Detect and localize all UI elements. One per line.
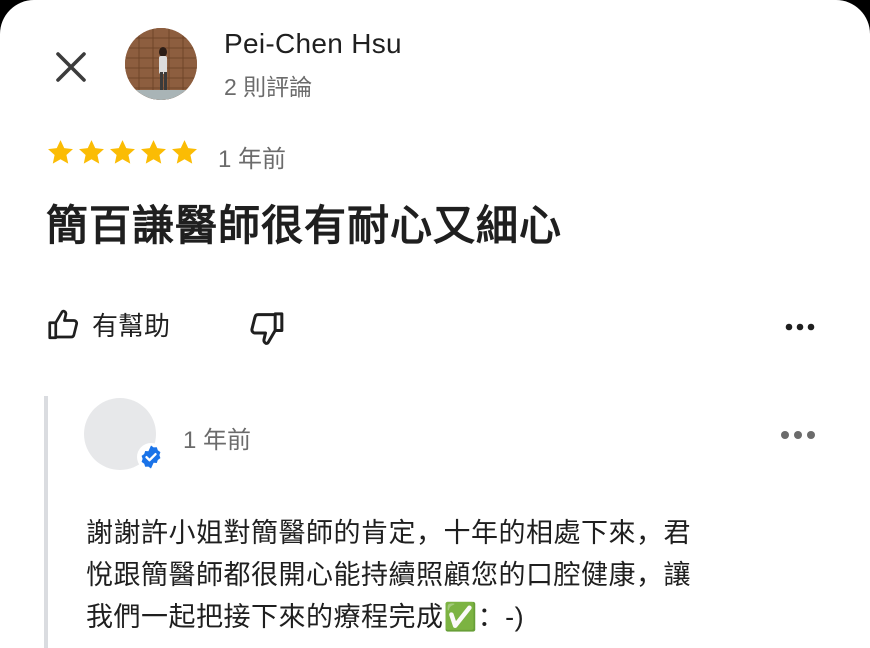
thumbs-up-icon [48,309,79,339]
star-icon [110,140,135,164]
close-button[interactable] [48,44,94,90]
reply-text: 謝謝許小姐對簡醫師的肯定，十年的相處下來，君 悅跟簡醫師都很開心能持續照顧您的口… [86,512,806,638]
helpful-button[interactable]: 有幫助 [46,306,170,343]
star-icon [141,140,166,164]
close-icon [56,52,86,82]
reply-line: 我們一起把接下來的療程完成✅：-) [86,602,525,632]
reply-line: 悅跟簡醫師都很開心能持續照顧您的口腔健康，讓 [86,560,691,590]
star-icon [48,140,73,164]
thumbs-down-icon [250,312,284,345]
reviewer-name[interactable]: Pei-Chen Hsu [224,28,402,60]
star-icon [79,140,104,164]
more-icon [781,431,815,439]
reviewer-avatar-image [125,28,197,100]
star-rating [46,138,199,167]
not-helpful-button[interactable] [246,308,286,353]
reply-line: 謝謝許小姐對簡醫師的肯定，十年的相處下來，君 [86,518,691,548]
reply-more-button[interactable] [778,420,818,450]
more-icon [785,323,815,331]
reviewer-review-count: 2 則評論 [224,74,313,100]
review-sheet: Pei-Chen Hsu 2 則評論 1 年前 簡百謙醫師很有耐心又細心 有幫助 [0,0,870,648]
verified-badge-icon [137,443,165,471]
reply-time: 1 年前 [183,427,252,454]
review-time: 1 年前 [218,146,287,173]
star-icon [172,140,197,164]
helpful-label: 有幫助 [92,311,171,341]
review-more-button[interactable] [780,312,820,342]
reviewer-avatar[interactable] [125,28,197,100]
reply-divider [44,396,48,648]
review-text: 簡百謙醫師很有耐心又細心 [46,202,563,249]
